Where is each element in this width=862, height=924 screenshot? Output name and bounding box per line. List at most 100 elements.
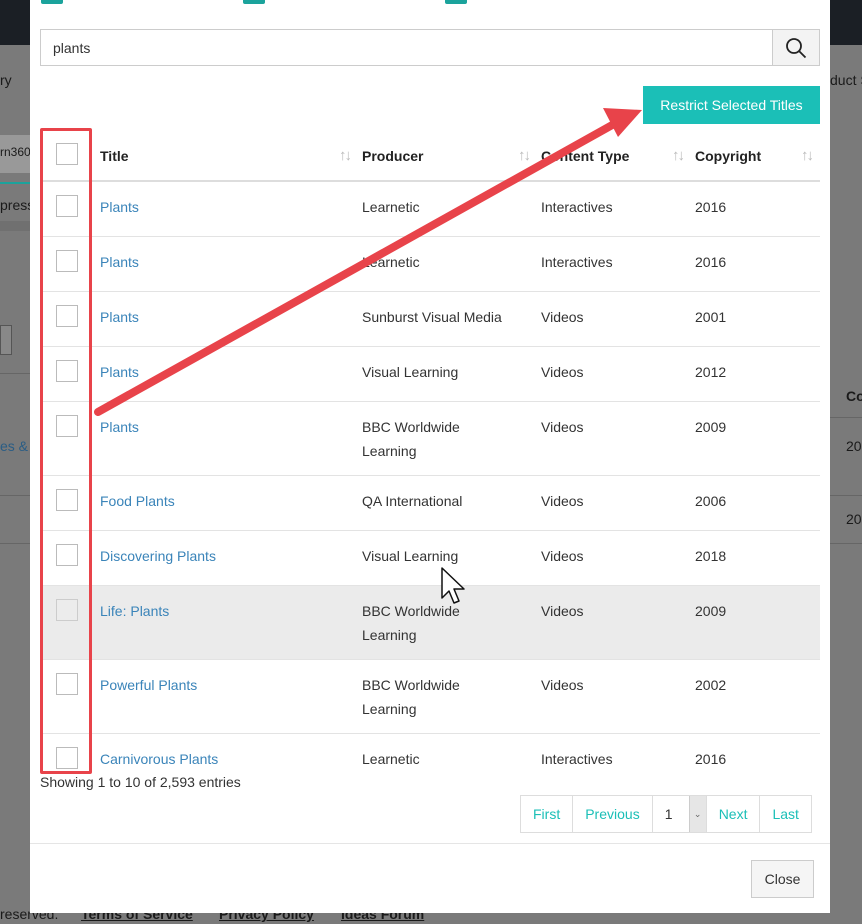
column-header-copyright[interactable]: Copyright ↑↓ — [695, 131, 820, 182]
background-input — [0, 325, 12, 355]
table-row: Plants Learnetic Interactives 2016 — [40, 236, 820, 292]
background-col-header: Co — [846, 388, 862, 404]
column-header-title-label: Title — [100, 147, 129, 164]
title-link[interactable]: Discovering Plants — [100, 548, 216, 564]
results-table: Title ↑↓ Producer ↑↓ Content Type ↑↓ Copyri… — [40, 131, 820, 788]
title-link[interactable]: Plants — [100, 254, 139, 270]
restrict-selected-titles-button[interactable]: Restrict Selected Titles — [643, 86, 820, 124]
column-header-title[interactable]: Title ↑↓ — [100, 131, 362, 182]
copyright-cell: 2012 — [695, 346, 820, 402]
table-row-hovered: Life: Plants BBC Worldwide Learning Vide… — [40, 585, 820, 660]
producer-text: BBC Worldwide Learning — [362, 419, 460, 459]
top-checkbox-2[interactable] — [243, 0, 265, 4]
restrict-titles-modal: Restrict Selected Titles Title ↑↓ Produce… — [30, 0, 830, 913]
annotation-checkbox-highlight — [40, 128, 92, 774]
content-type-cell: Videos — [541, 401, 695, 476]
background-nav-fragment-right: duct S — [830, 72, 862, 88]
modal-footer-divider — [30, 843, 830, 844]
sort-icon: ↑↓ — [518, 147, 531, 164]
content-type-cell: Videos — [541, 346, 695, 402]
producer-text: BBC Worldwide Learning — [362, 603, 460, 643]
title-cell: Life: Plants — [100, 585, 362, 660]
title-link[interactable]: Plants — [100, 199, 139, 215]
table-row: Plants Learnetic Interactives 2016 — [40, 180, 820, 237]
title-link[interactable]: Carnivorous Plants — [100, 751, 218, 767]
background-divider-2 — [0, 495, 30, 496]
page-select[interactable]: 1 ⌄ — [653, 796, 707, 832]
title-link[interactable]: Plants — [100, 364, 139, 380]
pagination-first[interactable]: First — [521, 796, 574, 832]
search-button[interactable] — [772, 30, 819, 65]
producer-cell: BBC Worldwide Learning — [362, 659, 541, 734]
content-type-cell: Videos — [541, 530, 695, 586]
pagination-previous[interactable]: Previous — [573, 796, 653, 832]
title-cell: Powerful Plants — [100, 659, 362, 734]
background-divider-3 — [0, 543, 30, 544]
table-row: Powerful Plants BBC Worldwide Learning V… — [40, 659, 820, 734]
table-row: Plants BBC Worldwide Learning Videos 200… — [40, 401, 820, 476]
background-divider-right — [830, 417, 862, 418]
title-cell: Discovering Plants — [100, 530, 362, 586]
producer-cell: Sunburst Visual Media — [362, 291, 541, 347]
search-input[interactable] — [41, 30, 772, 65]
title-link[interactable]: Plants — [100, 419, 139, 435]
title-cell: Plants — [100, 180, 362, 237]
entries-info: Showing 1 to 10 of 2,593 entries — [40, 774, 241, 790]
content-type-cell: Videos — [541, 585, 695, 660]
content-type-cell: Interactives — [541, 733, 695, 788]
background-band — [0, 221, 30, 231]
producer-cell: Visual Learning — [362, 346, 541, 402]
title-link[interactable]: Food Plants — [100, 493, 175, 509]
search-icon — [786, 37, 807, 58]
mouse-cursor-icon — [441, 567, 465, 604]
content-type-cell: Videos — [541, 659, 695, 734]
modal-top-strip — [30, 0, 830, 4]
table-header-row: Title ↑↓ Producer ↑↓ Content Type ↑↓ Copyri… — [40, 131, 820, 182]
producer-cell: Learnetic — [362, 236, 541, 292]
copyright-cell: 2009 — [695, 401, 820, 476]
background-tab: rn360 — [0, 135, 31, 173]
pagination-last[interactable]: Last — [760, 796, 810, 832]
column-header-copyright-label: Copyright — [695, 147, 762, 164]
copyright-cell: 2016 — [695, 733, 820, 788]
background-nav-fragment: ry — [0, 72, 12, 88]
background-cell-fragment: 20 — [846, 438, 862, 454]
column-header-producer[interactable]: Producer ↑↓ — [362, 131, 541, 182]
column-header-content-type-label: Content Type — [541, 147, 630, 164]
background-divider — [0, 373, 30, 374]
title-link[interactable]: Life: Plants — [100, 603, 169, 619]
top-checkbox-1[interactable] — [41, 0, 63, 4]
close-button[interactable]: Close — [751, 860, 814, 898]
copyright-cell: 2016 — [695, 236, 820, 292]
table-row: Food Plants QA International Videos 2006 — [40, 475, 820, 531]
background-tab-label: rn360 — [0, 145, 31, 159]
column-header-content-type[interactable]: Content Type ↑↓ — [541, 131, 695, 182]
table-row: Plants Sunburst Visual Media Videos 2001 — [40, 291, 820, 347]
table-row: Discovering Plants Visual Learning Video… — [40, 530, 820, 586]
pagination: First Previous 1 ⌄ Next Last — [520, 795, 812, 833]
title-link[interactable]: Plants — [100, 309, 139, 325]
background-cell-fragment-2: 20 — [846, 511, 862, 527]
sort-icon: ↑↓ — [339, 147, 352, 164]
content-type-cell: Videos — [541, 475, 695, 531]
title-link[interactable]: Powerful Plants — [100, 677, 197, 693]
table-row: Plants Visual Learning Videos 2012 — [40, 346, 820, 402]
content-type-cell: Interactives — [541, 180, 695, 237]
producer-cell: BBC Worldwide Learning — [362, 401, 541, 476]
producer-cell: QA International — [362, 475, 541, 531]
top-checkbox-3[interactable] — [445, 0, 467, 4]
title-cell: Plants — [100, 401, 362, 476]
content-type-cell: Videos — [541, 291, 695, 347]
background-divider-right-2 — [830, 495, 862, 496]
column-header-producer-label: Producer — [362, 147, 424, 164]
copyright-cell: 2002 — [695, 659, 820, 734]
title-cell: Plants — [100, 346, 362, 402]
content-type-cell: Interactives — [541, 236, 695, 292]
sort-icon: ↑↓ — [801, 147, 814, 164]
title-cell: Plants — [100, 291, 362, 347]
chevron-down-icon: ⌄ — [688, 796, 706, 832]
copyright-cell: 2001 — [695, 291, 820, 347]
pagination-next[interactable]: Next — [707, 796, 761, 832]
producer-text: BBC Worldwide Learning — [362, 677, 460, 717]
background-tab-underline — [0, 182, 30, 184]
